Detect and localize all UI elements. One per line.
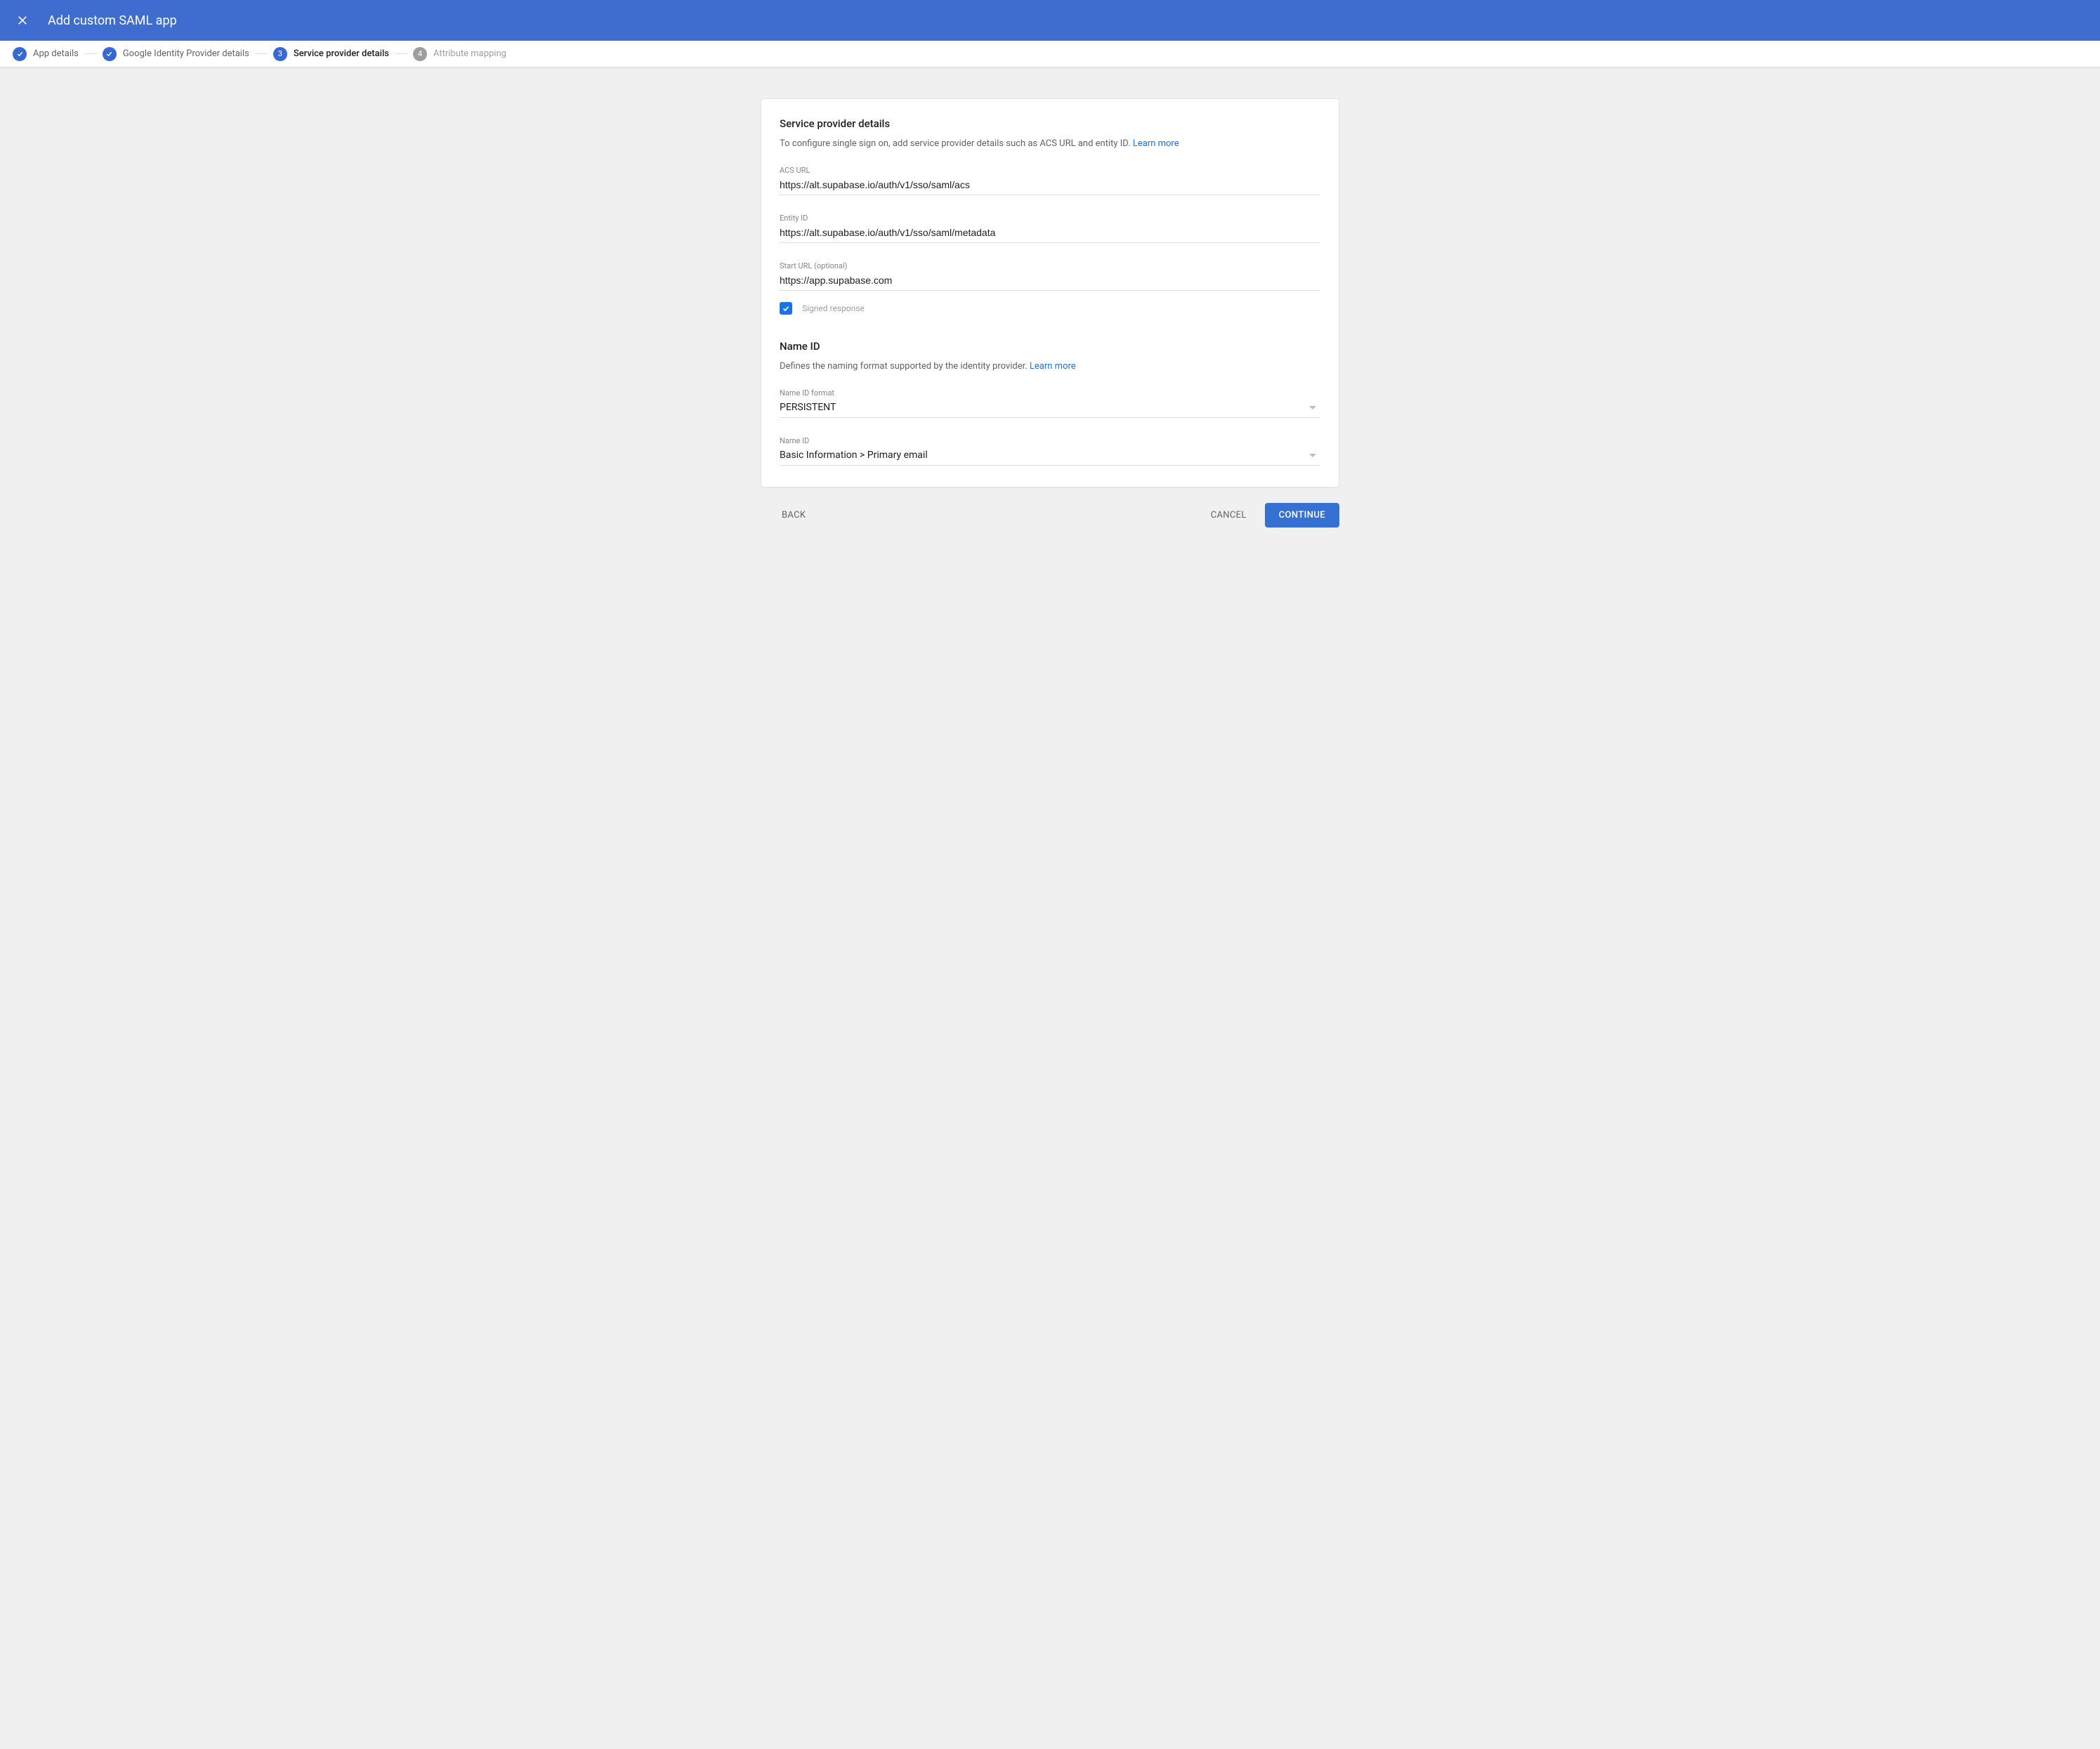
acs-url-input[interactable] — [780, 179, 1320, 195]
start-url-input[interactable] — [780, 275, 1320, 290]
close-icon[interactable] — [14, 12, 31, 29]
chevron-down-icon — [1309, 454, 1316, 457]
step-separator — [395, 53, 407, 54]
app-header: Add custom SAML app — [0, 0, 2100, 41]
step-number: 4 — [413, 47, 427, 61]
stepper: App details Google Identity Provider det… — [0, 41, 2100, 67]
field-label: Name ID format — [780, 388, 1320, 398]
signed-response-row: Signed response — [780, 302, 1320, 315]
field-label: Name ID — [780, 436, 1320, 445]
step-label: Service provider details — [294, 48, 389, 59]
step-label: Attribute mapping — [433, 48, 506, 59]
field-label: ACS URL — [780, 166, 1320, 175]
nameid-select[interactable]: Basic Information > Primary email — [780, 450, 1320, 466]
step-attribute-mapping: 4 Attribute mapping — [413, 47, 506, 61]
step-service-provider[interactable]: 3 Service provider details — [273, 47, 389, 61]
step-idp-details[interactable]: Google Identity Provider details — [103, 47, 249, 61]
field-label: Entity ID — [780, 214, 1320, 223]
field-start-url: Start URL (optional) — [780, 261, 1320, 291]
signed-response-checkbox[interactable] — [780, 302, 792, 315]
header-title: Add custom SAML app — [48, 13, 177, 28]
step-separator — [84, 53, 97, 54]
section-title-nameid: Name ID — [780, 340, 1320, 353]
select-value: Basic Information > Primary email — [780, 450, 928, 461]
check-icon — [103, 47, 117, 61]
check-icon — [13, 47, 27, 61]
continue-button[interactable]: CONTINUE — [1265, 503, 1339, 528]
footer: BACK CANCEL CONTINUE — [761, 487, 1339, 528]
step-label: App details — [33, 48, 79, 59]
field-acs-url: ACS URL — [780, 166, 1320, 195]
field-nameid: Name ID Basic Information > Primary emai… — [780, 436, 1320, 466]
step-label: Google Identity Provider details — [123, 48, 249, 59]
learn-more-link[interactable]: Learn more — [1030, 361, 1076, 372]
cancel-button[interactable]: CANCEL — [1204, 504, 1254, 526]
section-desc-text: Defines the naming format supported by t… — [780, 361, 1030, 372]
section-desc-text: To configure single sign on, add service… — [780, 138, 1133, 149]
section-desc-nameid: Defines the naming format supported by t… — [780, 361, 1320, 372]
select-value: PERSISTENT — [780, 402, 836, 413]
entity-id-input[interactable] — [780, 227, 1320, 242]
service-provider-card: Service provider details To configure si… — [761, 98, 1339, 487]
learn-more-link[interactable]: Learn more — [1133, 138, 1179, 149]
back-button[interactable]: BACK — [775, 504, 813, 526]
field-label: Start URL (optional) — [780, 261, 1320, 270]
step-separator — [255, 53, 268, 54]
field-nameid-format: Name ID format PERSISTENT — [780, 388, 1320, 418]
step-number: 3 — [273, 47, 287, 61]
step-app-details[interactable]: App details — [13, 47, 79, 61]
signed-response-label: Signed response — [802, 303, 865, 313]
section-desc-provider: To configure single sign on, add service… — [780, 138, 1320, 149]
chevron-down-icon — [1309, 406, 1316, 410]
section-title-provider: Service provider details — [780, 117, 1320, 130]
field-entity-id: Entity ID — [780, 214, 1320, 243]
nameid-format-select[interactable]: PERSISTENT — [780, 402, 1320, 418]
